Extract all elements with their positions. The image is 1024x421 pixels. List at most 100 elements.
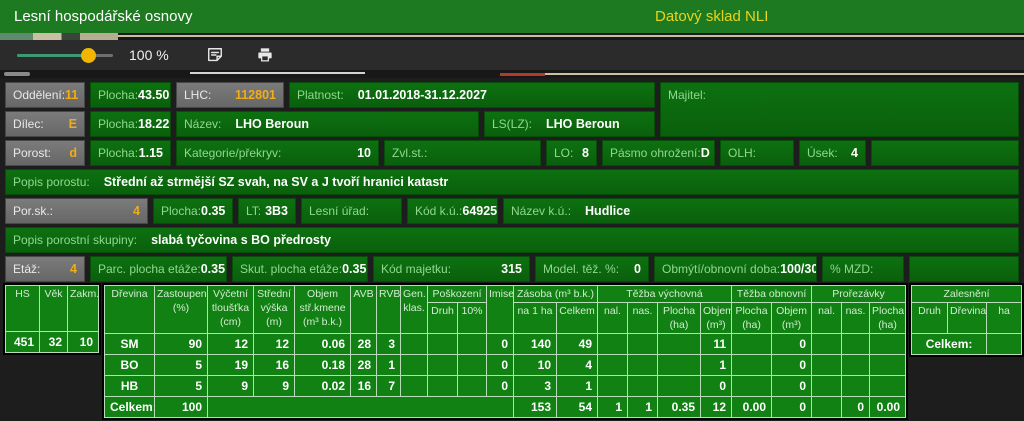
table-cell: 90 — [155, 333, 208, 354]
field-porost-plocha: Plocha: 1.15 — [90, 140, 171, 166]
table-cell: 28 — [351, 354, 377, 375]
field-label: Popis porostu: — [13, 175, 90, 189]
stand-summary-table: HS Věk Zakm. 4513210 — [5, 285, 99, 353]
colgroup-prorezavky: Prořezávky — [812, 286, 906, 303]
field-label: % MZD: — [830, 262, 873, 276]
field-value: Hudlice — [585, 204, 630, 218]
field-value: 0 — [634, 262, 641, 276]
field-empty — [871, 140, 1019, 166]
table-cell — [208, 396, 514, 417]
table-cell: 1 — [701, 354, 732, 375]
field-value: LHO Beroun — [546, 117, 620, 131]
field-oddeleni-plocha: Plocha: 43.50 — [90, 82, 171, 108]
field-value: 11 — [65, 88, 78, 102]
field-value: Střední až strmější SZ svah, na SV a J t… — [104, 175, 449, 189]
field-value: 4 — [851, 146, 858, 160]
field-value: 4 — [70, 262, 77, 276]
col-vek: Věk — [40, 286, 68, 332]
table-cell — [401, 375, 428, 396]
table-cell — [658, 333, 701, 354]
col-plocha-ha: Plocha (ha) — [658, 302, 701, 333]
zoom-slider-fill — [17, 54, 84, 57]
table-header-row: Zalesnění — [912, 286, 1022, 303]
field-label: Plocha: — [161, 204, 201, 218]
field-lt: LT: 3B3 — [238, 198, 296, 224]
table-cell: 1 — [377, 354, 401, 375]
table-cell — [870, 375, 906, 396]
field-usek: Úsek: 4 — [799, 140, 866, 166]
field-model-tez: Model. těž. %: 0 — [535, 256, 649, 282]
field-value: 43.50 — [138, 88, 169, 102]
field-value: 18.22 — [138, 117, 169, 131]
field-empty — [909, 256, 1019, 282]
warehouse-title: Datový sklad NLI — [655, 8, 768, 25]
table-cell: 5 — [155, 375, 208, 396]
field-value: 0.35 — [342, 262, 366, 276]
field-value: 3B3 — [265, 204, 288, 218]
table-cell: 19 — [208, 354, 254, 375]
field-value: 4 — [133, 204, 140, 218]
table-cell: 0 — [772, 396, 812, 417]
table-cell: 0.18 — [295, 354, 351, 375]
map-fragment — [500, 73, 545, 76]
field-value: slabá tyčovina s BO předrosty — [151, 233, 331, 247]
annotation-icon[interactable] — [205, 45, 225, 65]
field-value: d — [69, 146, 77, 160]
field-label: Plocha: — [98, 146, 138, 160]
toolbar: 100 % — [0, 40, 1024, 70]
table-cell: 0 — [772, 375, 812, 396]
field-etaz: Etáž: 4 — [5, 256, 85, 282]
table-cell: BO — [105, 354, 155, 375]
field-label: Úsek: — [807, 146, 838, 160]
table-row: BO519160.18281010410 — [105, 354, 906, 375]
map-fragment — [4, 72, 30, 76]
table-cell — [598, 375, 628, 396]
field-label: LHC: — [184, 88, 211, 102]
col-zakm: Zakm. — [68, 286, 99, 332]
table-cell: 140 — [514, 333, 557, 354]
field-value: 100/30 — [780, 262, 817, 276]
table-cell — [628, 375, 658, 396]
colgroup-zalesneni: Zalesnění — [912, 286, 1022, 303]
field-label: Dílec: — [13, 117, 44, 131]
table-cell: 0.00 — [732, 396, 772, 417]
field-porost: Porost: d — [5, 140, 85, 166]
field-kod-ku: Kód k.ú.: 649252 — [407, 198, 498, 224]
map-scrollbar[interactable] — [190, 72, 365, 74]
col-drevina: Dřevina — [948, 302, 987, 333]
field-popis-porostu: Popis porostu: Střední až strmější SZ sv… — [5, 169, 1019, 195]
table-cell: SM — [105, 333, 155, 354]
col-10pct: 10% — [458, 302, 487, 333]
table-cell — [987, 333, 1022, 354]
table-cell — [732, 375, 772, 396]
field-label: Platnost: — [297, 88, 344, 102]
table-cell: 9 — [208, 375, 254, 396]
table-row: Celkem:10015354110.35120.00000.00 — [105, 396, 906, 417]
field-por-sk-plocha: Plocha: 0.35 — [153, 198, 233, 224]
table-cell: 28 — [351, 333, 377, 354]
table-cell — [458, 354, 487, 375]
table-cell — [812, 396, 842, 417]
table-cell — [842, 375, 870, 396]
field-value: D — [701, 146, 710, 160]
zoom-slider[interactable] — [17, 54, 113, 57]
printer-icon[interactable] — [255, 45, 275, 65]
field-label: Parc. plocha etáže: — [98, 262, 201, 276]
field-value: E — [69, 117, 77, 131]
field-label: LT: — [246, 204, 261, 218]
zoom-slider-thumb[interactable] — [81, 48, 96, 63]
field-value: 315 — [501, 262, 522, 276]
col-objem-m3: Objem (m³) — [772, 302, 812, 333]
col-na-1ha: na 1 ha — [514, 302, 557, 333]
field-label: Lesní úřad: — [309, 204, 369, 218]
table-row: 4513210 — [6, 332, 99, 353]
table-cell: 49 — [557, 333, 598, 354]
field-label: Zvl.st.: — [392, 146, 427, 160]
table-cell: 12 — [254, 333, 295, 354]
table-cell: 0 — [487, 375, 514, 396]
col-imise: Imise — [487, 286, 514, 334]
table-cell: 1 — [557, 375, 598, 396]
stand-tables: HS Věk Zakm. 4513210 Dřevina Zastoupení … — [0, 285, 1024, 418]
table-cell — [812, 354, 842, 375]
field-nazev-ku: Název k.ú.: Hudlice — [503, 198, 1019, 224]
